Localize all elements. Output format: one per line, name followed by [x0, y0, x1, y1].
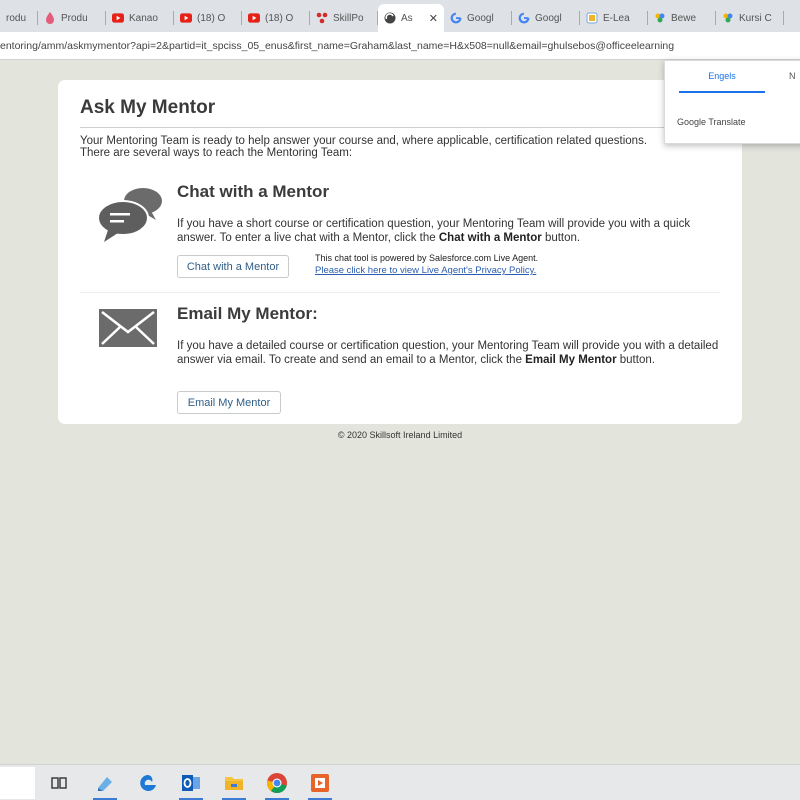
- browser-tab[interactable]: (18) O: [242, 4, 310, 32]
- file-icon[interactable]: [90, 769, 120, 800]
- browser-tab[interactable]: Kursi C: [716, 4, 784, 32]
- youtube-icon: [180, 12, 192, 24]
- email-description: If you have a detailed course or certifi…: [177, 340, 719, 366]
- tab-label: (18) O: [265, 12, 294, 24]
- active-tab-indicator: [679, 91, 765, 93]
- google-icon: [450, 12, 462, 24]
- email-my-mentor-button[interactable]: Email My Mentor: [177, 391, 281, 414]
- browser-tab[interactable]: (18) O: [174, 4, 242, 32]
- skillsoft-icon: [384, 12, 396, 24]
- section-divider: [80, 292, 720, 293]
- tab-label: Produ: [61, 12, 88, 24]
- browser-tab[interactable]: E-Lea: [580, 4, 648, 32]
- google-translate-label: Google Translate: [677, 117, 746, 127]
- colorful-icon: [722, 12, 734, 24]
- tab-label: rodu: [6, 12, 27, 24]
- url-text[interactable]: entoring/amm/askmymentor?api=2&partid=it…: [0, 40, 674, 52]
- ask-my-mentor-card: Ask My Mentor Your Mentoring Team is rea…: [58, 80, 742, 424]
- tab-label: Bewe: [671, 12, 697, 24]
- browser-tab[interactable]: Kanao: [106, 4, 174, 32]
- presentation-icon[interactable]: [305, 769, 335, 800]
- tab-label: Googl: [535, 12, 562, 24]
- chat-bubbles-icon: [96, 186, 164, 249]
- browser-tab[interactable]: Bewe: [648, 4, 716, 32]
- browser-tab[interactable]: Produ: [38, 4, 106, 32]
- chat-with-mentor-button[interactable]: Chat with a Mentor: [177, 255, 289, 278]
- email-section-title: Email My Mentor:: [177, 304, 318, 323]
- file-explorer-icon[interactable]: [219, 769, 249, 800]
- browser-tab-active[interactable]: As ✕: [378, 4, 444, 32]
- youtube-icon: [248, 12, 260, 24]
- address-bar[interactable]: entoring/amm/askmymentor?api=2&partid=it…: [0, 32, 800, 60]
- browser-tab[interactable]: Googl: [512, 4, 580, 32]
- skillport-icon: [316, 12, 328, 24]
- chat-section-title: Chat with a Mentor: [177, 182, 330, 201]
- pink-drop-icon: [44, 12, 56, 24]
- tab-label: (18) O: [197, 12, 226, 24]
- browser-tab[interactable]: Googl: [444, 4, 512, 32]
- tab-label: E-Lea: [603, 12, 630, 24]
- translate-tab[interactable]: N: [789, 71, 796, 81]
- tab-label: SkillPo: [333, 12, 364, 24]
- browser-tab-strip: rodu Produ Kanao (18) O (18) O SkillPo A…: [0, 0, 800, 32]
- edge-icon[interactable]: [133, 769, 163, 797]
- copyright-text: © 2020 Skillsoft Ireland Limited: [337, 430, 463, 440]
- page-title: Ask My Mentor: [80, 97, 216, 118]
- chat-description: If you have a short course or certificat…: [177, 218, 691, 244]
- chrome-icon[interactable]: [262, 769, 292, 800]
- translate-popup: Engels N Google Translate: [664, 60, 800, 144]
- google-icon: [518, 12, 530, 24]
- tab-label: Kursi C: [739, 12, 772, 24]
- taskbar-search-box[interactable]: [0, 767, 35, 799]
- browser-tab[interactable]: rodu: [0, 4, 38, 32]
- colorful-icon: [654, 12, 666, 24]
- windows-taskbar: [0, 764, 800, 800]
- translate-tab-active[interactable]: Engels: [679, 71, 765, 81]
- title-divider: [80, 127, 720, 128]
- envelope-icon: [98, 308, 158, 353]
- elearning-icon: [586, 12, 598, 24]
- tab-label: As: [401, 12, 413, 24]
- chat-powered-by-text: This chat tool is powered by Salesforce.…: [315, 253, 539, 263]
- close-icon[interactable]: ✕: [429, 12, 438, 25]
- tab-label: Kanao: [129, 12, 158, 24]
- intro-text: Your Mentoring Team is ready to help ans…: [80, 135, 648, 159]
- browser-tab[interactable]: SkillPo: [310, 4, 378, 32]
- youtube-icon: [112, 12, 124, 24]
- outlook-icon[interactable]: [176, 769, 206, 800]
- privacy-policy-link[interactable]: Please click here to view Live Agent's P…: [315, 265, 536, 276]
- task-view-icon[interactable]: [44, 769, 74, 797]
- tab-label: Googl: [467, 12, 494, 24]
